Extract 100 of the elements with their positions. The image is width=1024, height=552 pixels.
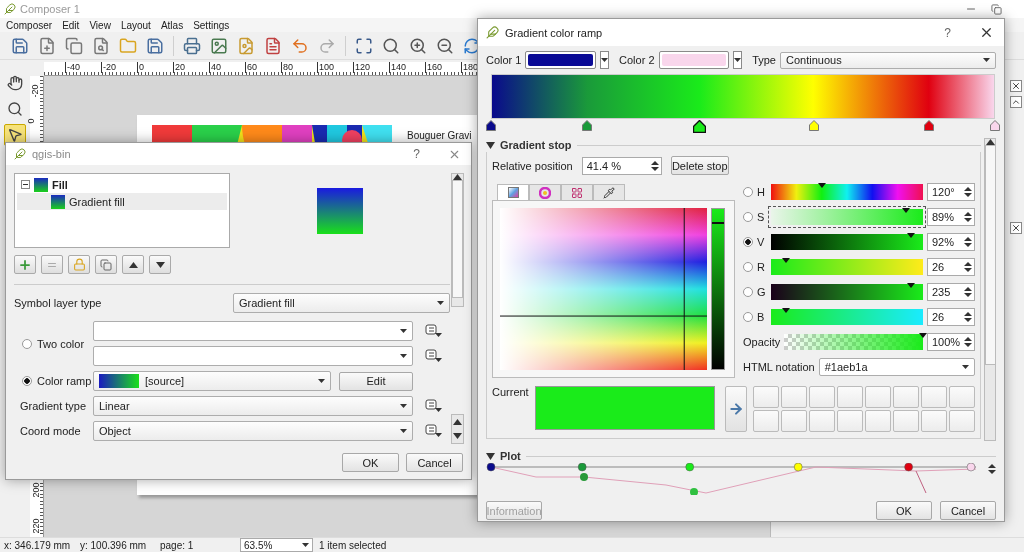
scroll-up-icon[interactable]	[453, 419, 462, 425]
html-color-dropdown[interactable]: #1aeb1a	[818, 358, 975, 376]
tab[interactable]	[529, 184, 561, 200]
radio-button[interactable]	[743, 212, 753, 222]
value-strip[interactable]	[711, 208, 725, 370]
radio-button[interactable]	[743, 237, 753, 247]
stop-marker[interactable]	[486, 120, 496, 131]
menu-item[interactable]: Settings	[188, 19, 235, 31]
slider-thumb[interactable]	[782, 258, 791, 263]
magnifier-icon[interactable]	[382, 36, 400, 55]
scroll-down-icon[interactable]	[453, 433, 462, 439]
menu-item[interactable]: Atlas	[155, 19, 189, 31]
slider-thumb[interactable]	[906, 283, 915, 288]
swatch-slot[interactable]	[752, 386, 779, 408]
new-document-icon[interactable]	[38, 36, 56, 55]
swatch-slot[interactable]	[752, 410, 779, 432]
scrollbar-thumb[interactable]	[452, 180, 463, 298]
position-spin-box[interactable]: 41.4 %	[581, 156, 662, 175]
menu-item[interactable]: Edit	[57, 19, 85, 31]
down-triangle-icon[interactable]	[155, 261, 165, 268]
swatch-slot[interactable]	[780, 386, 807, 408]
swatch-slot[interactable]	[920, 386, 947, 408]
tab[interactable]	[561, 184, 593, 200]
stepper-icon[interactable]	[964, 336, 972, 348]
stepper-icon[interactable]	[650, 159, 659, 172]
radio-button[interactable]	[743, 262, 753, 272]
color-dropdown[interactable]	[93, 346, 413, 366]
radio-button[interactable]	[743, 287, 753, 297]
swatch-slot[interactable]	[864, 410, 891, 432]
slider-track[interactable]	[771, 184, 923, 200]
restore-icon[interactable]	[991, 3, 1002, 15]
dropdown[interactable]: Object	[93, 421, 413, 441]
zoom-dropdown[interactable]: 63.5%	[240, 538, 313, 552]
stepper-icon[interactable]	[964, 211, 972, 223]
dialog-button[interactable]: Cancel	[940, 501, 996, 520]
stepper-icon[interactable]	[964, 236, 972, 248]
scroll-up-button[interactable]	[1010, 96, 1022, 108]
swatch-slot[interactable]	[948, 386, 975, 408]
swatch-slot[interactable]	[892, 386, 919, 408]
value-spin-box[interactable]: 89%	[927, 208, 975, 226]
color-area[interactable]	[500, 208, 707, 370]
slider-track[interactable]	[771, 209, 923, 225]
swatch-slot[interactable]	[892, 410, 919, 432]
swatch-slot[interactable]	[920, 410, 947, 432]
collapse-icon[interactable]	[486, 141, 495, 149]
document-icon[interactable]	[264, 36, 282, 55]
move-up-button[interactable]	[122, 255, 144, 274]
tree-item[interactable]: Gradient fill	[17, 193, 227, 210]
value-spin-box[interactable]: 26	[927, 308, 975, 326]
stepper-icon[interactable]	[964, 311, 972, 323]
value-spin-box[interactable]: 26	[927, 258, 975, 276]
data-defined-icon[interactable]	[425, 324, 443, 338]
scroll-arrows-icon[interactable]	[988, 463, 996, 475]
fit-to-screen-icon[interactable]	[355, 36, 373, 55]
data-defined-icon[interactable]	[425, 424, 443, 438]
swatch-slot[interactable]	[836, 410, 863, 432]
add-swatch-button[interactable]	[724, 386, 747, 432]
stepper-icon[interactable]	[964, 286, 972, 298]
close-button[interactable]	[1010, 80, 1022, 92]
help-button[interactable]: ?	[413, 147, 420, 161]
slider-thumb[interactable]	[906, 233, 915, 238]
image-icon[interactable]	[210, 36, 228, 55]
stop-marker[interactable]	[990, 120, 1000, 131]
slider-thumb[interactable]	[902, 208, 911, 213]
color-dropdown[interactable]	[93, 321, 413, 341]
undo-icon[interactable]	[291, 36, 309, 55]
zoom-out-icon[interactable]	[436, 36, 454, 55]
radio-button[interactable]	[743, 312, 753, 322]
dialog-button[interactable]: OK	[876, 501, 932, 520]
type-dropdown[interactable]: Continuous	[780, 51, 996, 69]
menu-item[interactable]: Composer	[1, 19, 58, 31]
slider-track[interactable]	[771, 309, 923, 325]
collapse-icon[interactable]	[21, 180, 30, 189]
stepper-icon[interactable]	[964, 261, 972, 273]
data-defined-icon[interactable]	[425, 399, 443, 413]
up-triangle-icon[interactable]	[128, 261, 138, 268]
close-icon[interactable]	[979, 25, 994, 40]
delete-stop-button[interactable]: Delete stop	[670, 156, 729, 175]
add-layer-button[interactable]	[14, 255, 36, 274]
printer-icon[interactable]	[183, 36, 201, 55]
scrollbar-thumb[interactable]	[984, 145, 996, 365]
save-icon[interactable]	[11, 36, 29, 55]
radio-button[interactable]	[22, 376, 32, 386]
collapse-icon[interactable]	[486, 452, 495, 460]
slider-thumb[interactable]	[782, 308, 791, 313]
dialog-button[interactable]: OK	[342, 453, 399, 472]
document-search-icon[interactable]	[92, 36, 110, 55]
swatch-slot[interactable]	[780, 410, 807, 432]
help-button[interactable]: ?	[944, 25, 951, 40]
radio-button[interactable]	[22, 338, 32, 349]
stepper-icon[interactable]	[964, 186, 972, 198]
swatch-slot[interactable]	[836, 386, 863, 408]
menu-item[interactable]: View	[84, 19, 116, 31]
value-spin-box[interactable]: 92%	[927, 233, 975, 251]
slider-track[interactable]	[771, 259, 923, 275]
tree-item[interactable]: Fill	[17, 176, 227, 193]
radio-button[interactable]	[743, 187, 753, 197]
slider-track[interactable]	[771, 234, 923, 250]
dropdown-button[interactable]	[600, 51, 610, 69]
tab[interactable]	[593, 184, 625, 200]
